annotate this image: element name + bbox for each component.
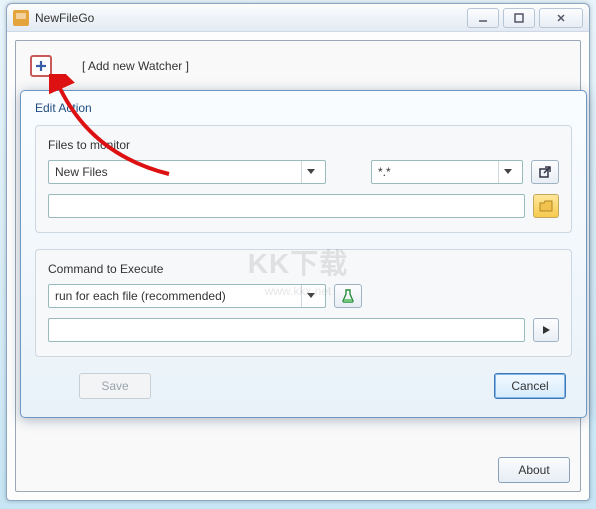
add-watcher-label: [ Add new Watcher ] (82, 59, 189, 73)
maximize-button[interactable] (503, 8, 535, 28)
external-link-icon (539, 166, 551, 178)
test-command-button[interactable] (334, 284, 362, 308)
add-watcher-row: [ Add new Watcher ] (16, 41, 580, 81)
chevron-down-icon (301, 161, 319, 183)
window-controls (463, 8, 583, 28)
command-group-label: Command to Execute (48, 262, 559, 276)
save-button[interactable]: Save (79, 373, 151, 399)
about-button[interactable]: About (498, 457, 570, 483)
monitor-path-input[interactable] (48, 194, 525, 218)
app-window: NewFileGo [ Add new Watcher ] About Edit… (6, 3, 590, 501)
file-pattern-value: *.* (378, 165, 391, 179)
flask-icon (342, 289, 354, 303)
command-input[interactable] (48, 318, 525, 342)
command-to-execute-group: Command to Execute run for each file (re… (35, 249, 572, 357)
edit-action-dialog: Edit Action Files to monitor New Files *… (20, 90, 587, 418)
titlebar: NewFileGo (7, 4, 589, 32)
window-title: NewFileGo (35, 11, 94, 25)
close-button[interactable] (539, 8, 583, 28)
monitor-mode-combo[interactable]: New Files (48, 160, 326, 184)
run-mode-value: run for each file (recommended) (55, 289, 226, 303)
plus-icon (34, 59, 48, 73)
chevron-down-icon (498, 161, 516, 183)
folder-icon (539, 200, 553, 212)
run-mode-combo[interactable]: run for each file (recommended) (48, 284, 326, 308)
chevron-down-icon (301, 285, 319, 307)
app-icon (13, 10, 29, 26)
minimize-button[interactable] (467, 8, 499, 28)
browse-folder-button[interactable] (533, 194, 559, 218)
files-group-label: Files to monitor (48, 138, 559, 152)
open-external-button[interactable] (531, 160, 559, 184)
monitor-mode-value: New Files (55, 165, 108, 179)
run-button[interactable] (533, 318, 559, 342)
add-watcher-button[interactable] (30, 55, 52, 77)
play-icon (541, 325, 551, 335)
files-to-monitor-group: Files to monitor New Files *.* (35, 125, 572, 233)
file-pattern-combo[interactable]: *.* (371, 160, 523, 184)
dialog-actions: Save Cancel (35, 373, 572, 403)
cancel-button[interactable]: Cancel (494, 373, 566, 399)
dialog-title: Edit Action (21, 91, 586, 121)
